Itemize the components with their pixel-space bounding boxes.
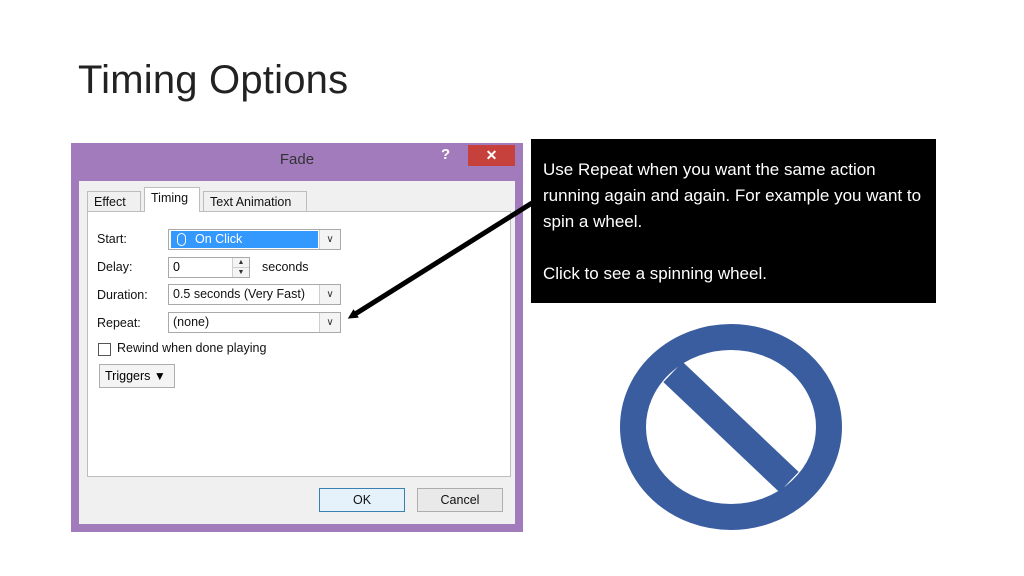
no-symbol-icon[interactable] <box>618 320 848 535</box>
wheel-slash <box>663 361 799 493</box>
pointer-arrow <box>347 200 534 319</box>
tab-timing[interactable]: Timing <box>144 187 200 212</box>
arrow-line <box>347 200 534 319</box>
